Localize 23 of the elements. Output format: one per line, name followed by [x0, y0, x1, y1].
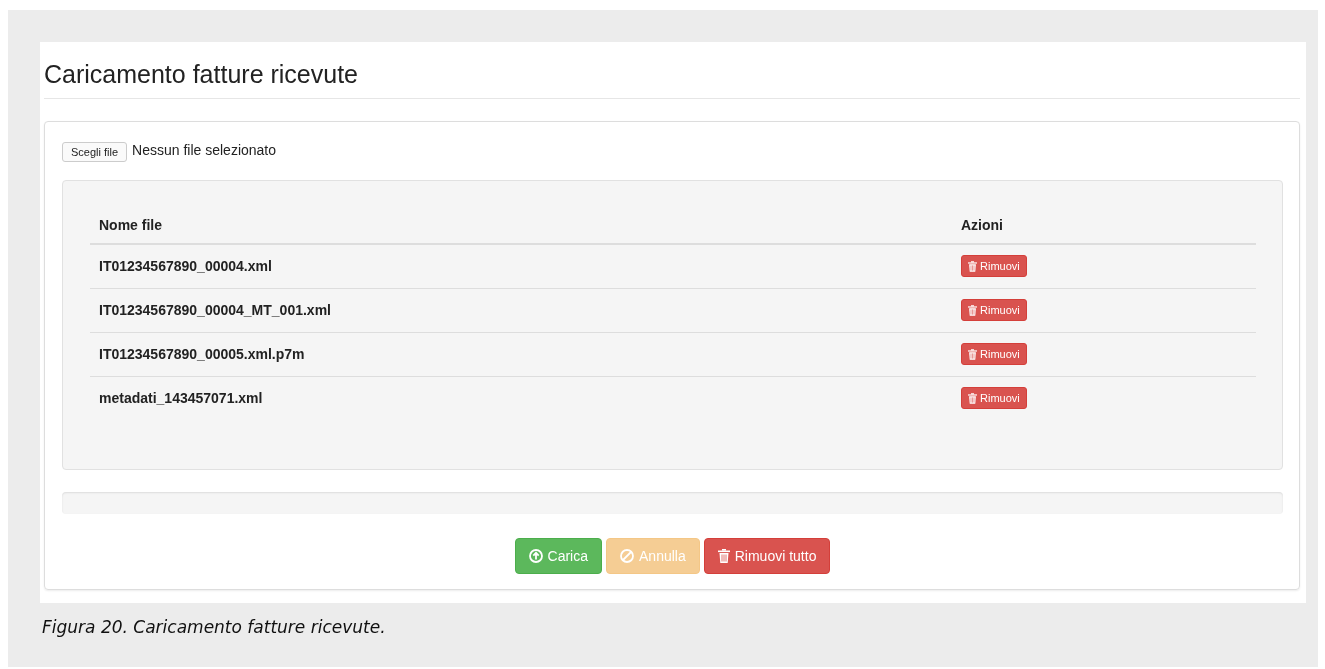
column-header: Azioni	[952, 211, 1256, 244]
page-title: Caricamento fatture ricevute	[44, 60, 1300, 99]
trash-icon	[968, 260, 977, 272]
file-status-text: Nessun file selezionato	[132, 142, 277, 158]
file-name-cell: IT01234567890_00004.xml	[90, 244, 952, 289]
file-name-cell: metadati_143457071.xml	[90, 376, 952, 420]
figure-caption: Figura 20. Caricamento fatture ricevute.	[42, 617, 387, 637]
upload-button[interactable]: Carica	[514, 538, 603, 574]
remove-button[interactable]: Rimuovi	[961, 299, 1027, 321]
ban-icon	[620, 549, 635, 563]
trash-icon	[968, 392, 977, 404]
trash-icon	[717, 549, 730, 563]
remove-all-button[interactable]: Rimuovi tutto	[703, 538, 831, 574]
remove-button[interactable]: Rimuovi	[961, 387, 1027, 409]
remove-button[interactable]: Rimuovi	[961, 255, 1027, 277]
file-name-cell: IT01234567890_00005.xml.p7m	[90, 332, 952, 377]
trash-icon	[968, 348, 977, 360]
upload-icon	[528, 549, 543, 563]
file-name-cell: IT01234567890_00004_MT_001.xml	[90, 288, 952, 333]
column-header: Nome file	[90, 211, 952, 244]
remove-button[interactable]: Rimuovi	[961, 343, 1027, 365]
trash-icon	[968, 304, 977, 316]
choose-file-button[interactable]: Scegli file	[62, 142, 128, 162]
